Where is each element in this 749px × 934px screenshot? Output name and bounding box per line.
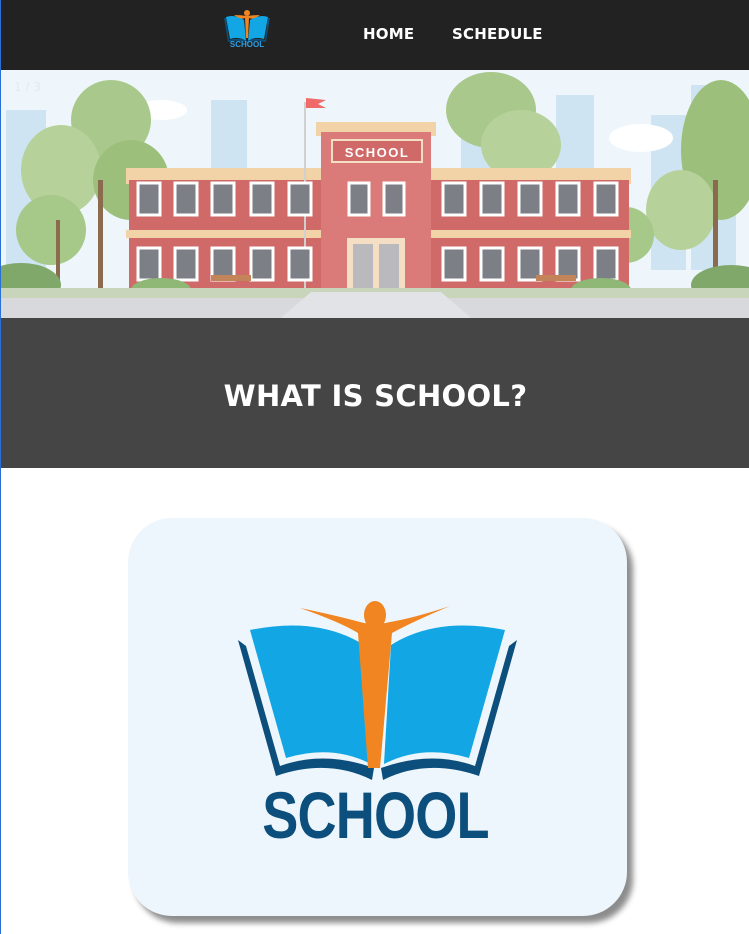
- school-building-illustration: SCHOOL: [1, 70, 749, 318]
- page: SCHOOL HOME SCHEDULE SCHOOL 1 / 3 WHAT I…: [0, 0, 749, 934]
- slide-counter: 1 / 3: [14, 80, 41, 94]
- person-icon: [300, 601, 450, 768]
- title-band: WHAT IS SCHOOL?: [1, 318, 749, 468]
- nav-link-schedule[interactable]: SCHEDULE: [452, 25, 543, 43]
- card-logo-text: SCHOOL: [262, 778, 489, 852]
- hero-carousel[interactable]: SCHOOL: [1, 70, 749, 318]
- navbar: SCHOOL HOME SCHEDULE: [1, 0, 749, 70]
- nav-logo-text: SCHOOL: [229, 40, 265, 49]
- nav-link-home[interactable]: HOME: [363, 25, 414, 43]
- section-title: WHAT IS SCHOOL?: [223, 379, 528, 413]
- building-sign-text: SCHOOL: [345, 145, 410, 160]
- school-logo-card: [128, 518, 627, 916]
